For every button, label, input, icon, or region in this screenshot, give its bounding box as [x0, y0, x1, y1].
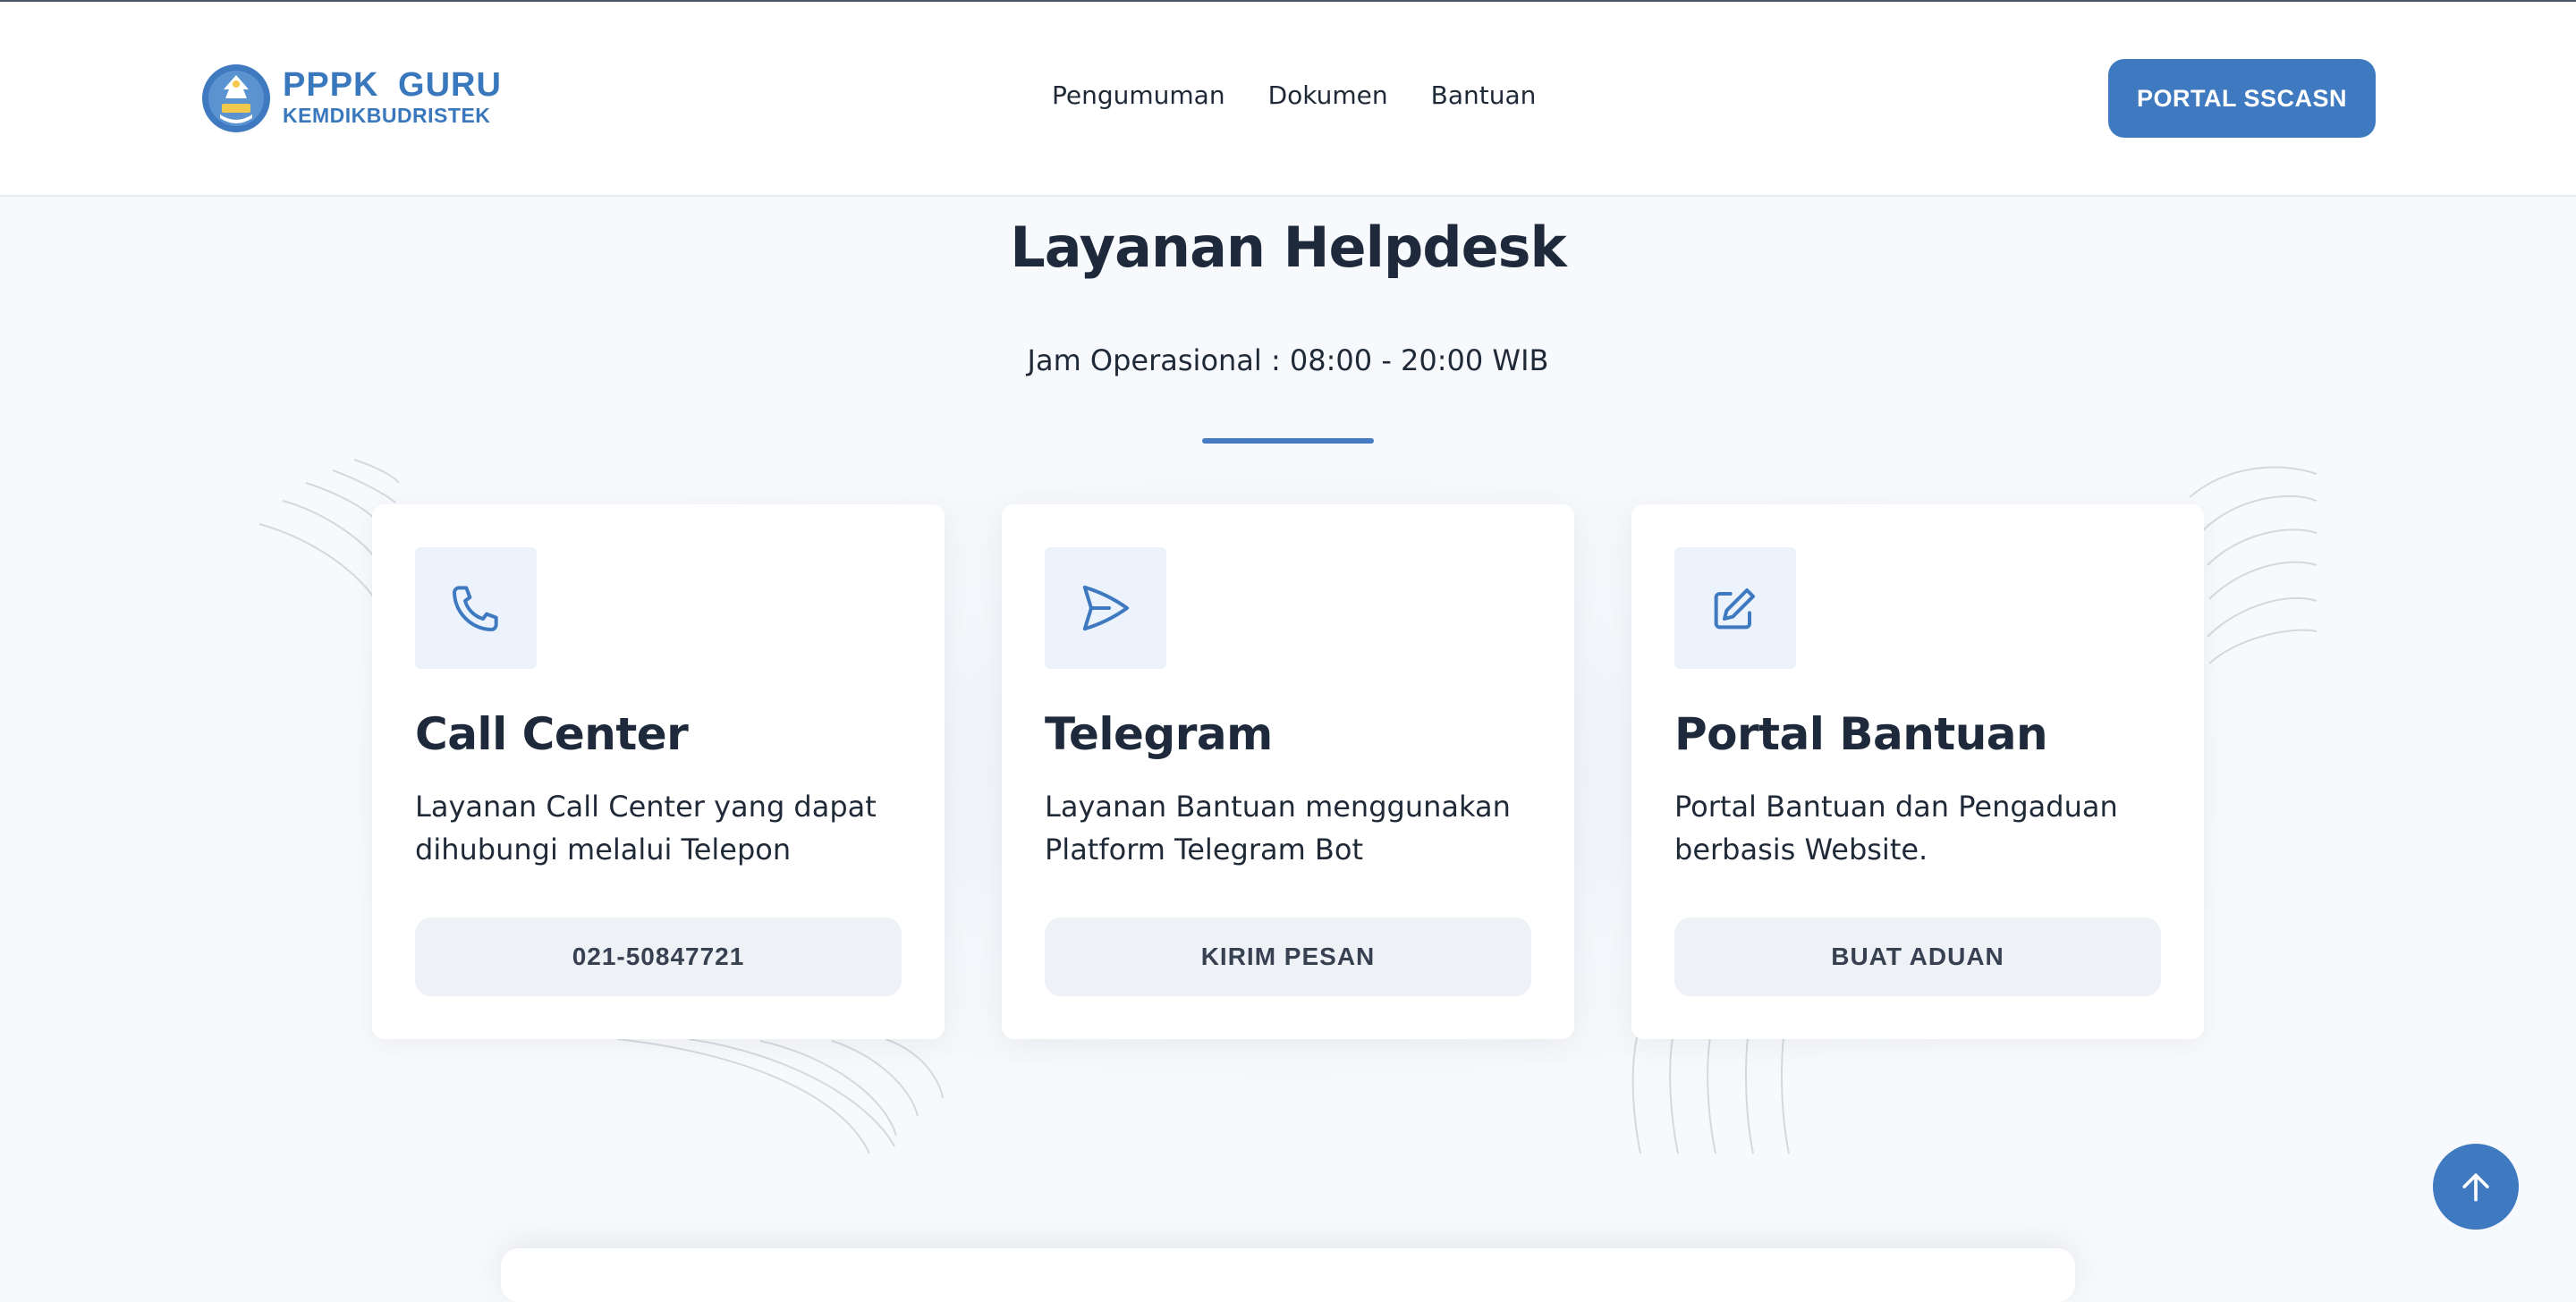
- kirim-pesan-button[interactable]: KIRIM PESAN: [1045, 917, 1531, 996]
- helpdesk-card-telegram: Telegram Layanan Bantuan menggunakan Pla…: [1002, 504, 1574, 1039]
- send-icon: [1082, 585, 1129, 631]
- phone-icon: [453, 586, 498, 631]
- card-title: Call Center: [415, 708, 689, 760]
- buat-aduan-button[interactable]: BUAT ADUAN: [1674, 917, 2161, 996]
- card-title: Telegram: [1045, 708, 1273, 760]
- call-center-number-button[interactable]: 021-50847721: [415, 917, 902, 996]
- card-description: Layanan Bantuan menggunakan Platform Tel…: [1045, 790, 1511, 867]
- helpdesk-card-portal-bantuan: Portal Bantuan Portal Bantuan dan Pengad…: [1631, 504, 2204, 1039]
- card-title: Portal Bantuan: [1674, 708, 2048, 760]
- card-description: Layanan Call Center yang dapat dihubungi…: [415, 790, 877, 867]
- edit-icon: [1714, 588, 1755, 630]
- card-icon-box: [1674, 547, 1796, 669]
- card-icon-box: [1045, 547, 1166, 669]
- card-description: Portal Bantuan dan Pengaduan berbasis We…: [1674, 790, 2118, 867]
- arrow-up-icon: [2462, 1173, 2489, 1202]
- card-icon-box: [415, 547, 537, 669]
- scroll-to-top-button[interactable]: [2433, 1144, 2519, 1230]
- helpdesk-card-call-center: Call Center Layanan Call Center yang dap…: [372, 504, 945, 1039]
- next-section-card-edge: [501, 1248, 2075, 1302]
